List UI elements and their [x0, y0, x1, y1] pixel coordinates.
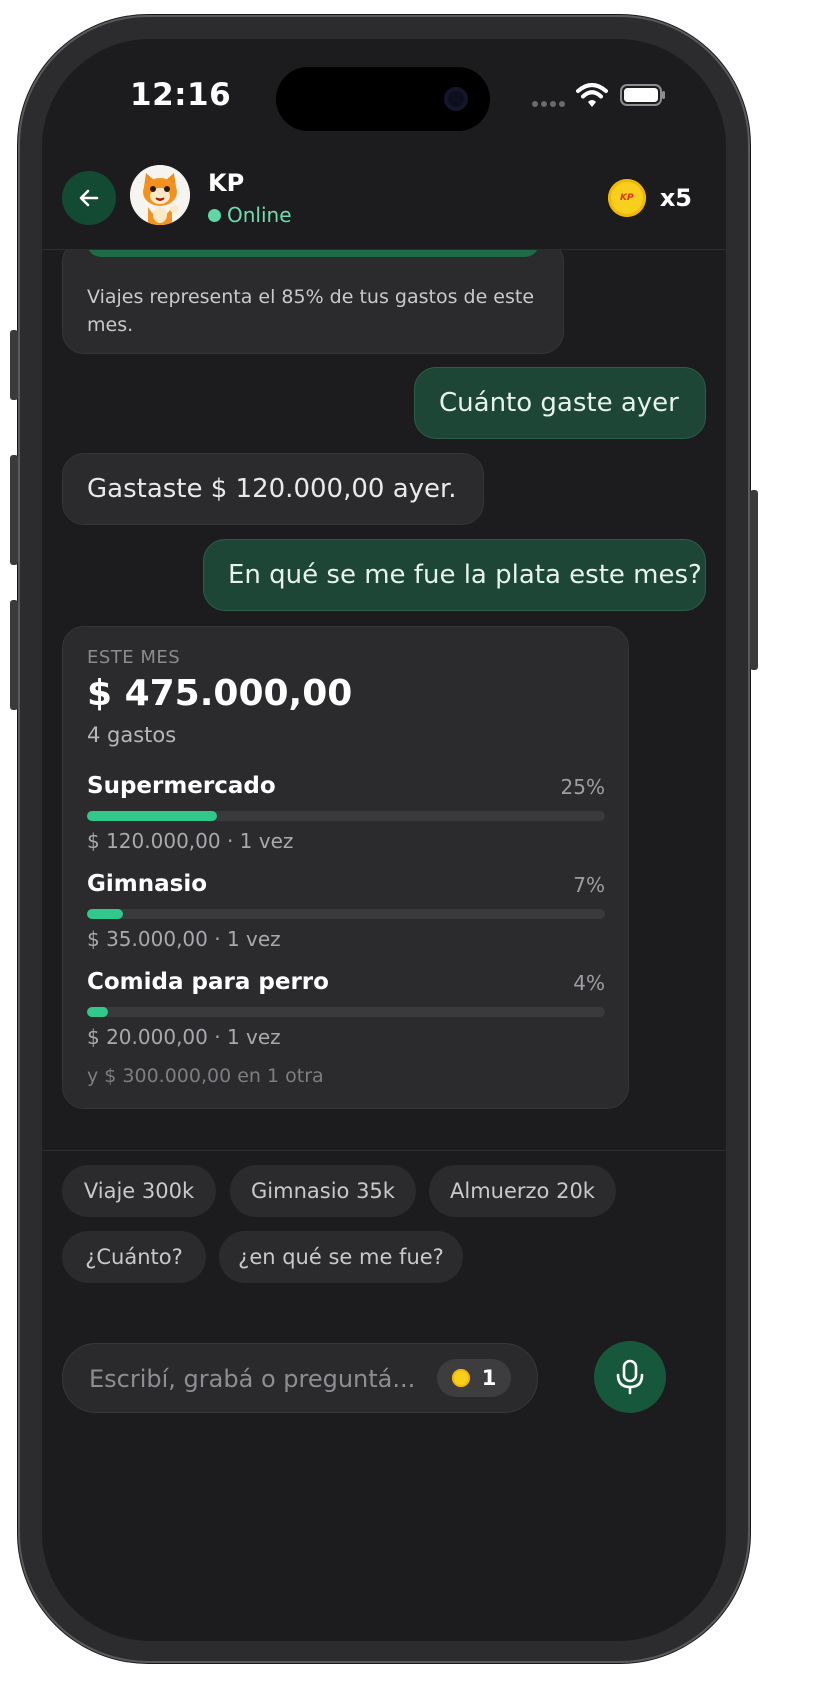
- volume-down-button: [10, 600, 18, 710]
- coin-balance[interactable]: KP x5: [607, 179, 692, 217]
- user-message-text: En qué se me fue la plata este mes?: [228, 560, 702, 590]
- suggestion-chips: Viaje 300k Gimnasio 35k Almuerzo 20k ¿Cu…: [42, 1150, 726, 1341]
- avatar[interactable]: [130, 165, 190, 225]
- category-bar-track: [87, 1007, 605, 1017]
- status-time: 12:16: [130, 77, 232, 113]
- category-row: Comida para perro 4% $ 20.000,00 · 1 vez: [87, 969, 605, 1059]
- chat-thread[interactable]: Viajes representa el 85% de tus gastos d…: [42, 250, 726, 1150]
- battery-icon: [620, 84, 665, 106]
- suggestion-chip-viaje[interactable]: Viaje 300k: [62, 1165, 216, 1217]
- category-percent: 25%: [560, 775, 605, 799]
- cellular-signal-icon: [532, 101, 566, 109]
- message-cost-badge: 1: [437, 1359, 511, 1397]
- summary-period-label: ESTE MES: [87, 647, 181, 668]
- suggestion-chip-cuanto[interactable]: ¿Cuánto?: [62, 1231, 206, 1283]
- category-name: Comida para perro: [87, 969, 329, 995]
- bot-message: Gastaste $ 120.000,00 ayer.: [62, 453, 484, 525]
- dynamic-island: [276, 67, 490, 131]
- category-detail: $ 120.000,00 · 1 vez: [87, 829, 294, 853]
- action-button: [10, 330, 18, 400]
- message-input[interactable]: [87, 1344, 421, 1414]
- front-camera-icon: [444, 87, 468, 111]
- power-button: [750, 490, 758, 670]
- cat-mascot-icon: [130, 165, 190, 225]
- bot-message-line: mes.: [87, 314, 134, 336]
- summary-more: y $ 300.000,00 en 1 otra: [87, 1065, 324, 1087]
- bot-message: Viajes representa el 85% de tus gastos d…: [62, 250, 564, 354]
- presence-status: Online: [208, 203, 292, 227]
- category-row: Gimnasio 7% $ 35.000,00 · 1 vez: [87, 871, 605, 961]
- bot-message-text: Viajes representa el 85% de tus gastos d…: [87, 283, 534, 339]
- category-detail: $ 20.000,00 · 1 vez: [87, 1025, 281, 1049]
- category-bar-track: [87, 909, 605, 919]
- summary-count: 4 gastos: [87, 723, 177, 747]
- arrow-left-icon: [79, 189, 99, 207]
- category-bar-fill: [87, 909, 124, 919]
- category-row: Supermercado 25% $ 120.000,00 · 1 vez: [87, 773, 605, 863]
- user-message: Cuánto gaste ayer: [414, 367, 706, 439]
- suggestion-chip-en-que[interactable]: ¿en qué se me fue?: [219, 1231, 463, 1283]
- message-composer: 1: [62, 1343, 538, 1414]
- online-dot-icon: [208, 208, 221, 222]
- category-percent: 7%: [573, 873, 605, 897]
- category-bar-fill: [87, 811, 217, 821]
- kp-coin-icon: KP: [607, 179, 646, 217]
- contact-name: KP: [208, 169, 245, 197]
- bot-message-text: Gastaste $ 120.000,00 ayer.: [87, 474, 457, 504]
- user-message-text: Cuánto gaste ayer: [439, 388, 679, 418]
- category-percent: 4%: [573, 971, 605, 995]
- bot-message-line: Viajes representa el 85% de tus gastos d…: [87, 286, 535, 308]
- message-highlight-bar: [87, 250, 539, 257]
- message-cost: 1: [481, 1366, 497, 1390]
- summary-total: $ 475.000,00: [87, 673, 353, 714]
- category-bar-fill: [87, 1007, 108, 1017]
- coin-logo-text: KP: [620, 193, 634, 203]
- category-detail: $ 35.000,00 · 1 vez: [87, 927, 281, 951]
- category-bar-track: [87, 811, 605, 821]
- wifi-icon: [576, 83, 608, 107]
- coin-count: x5: [659, 184, 692, 212]
- online-label: Online: [227, 203, 292, 227]
- microphone-button[interactable]: [594, 1341, 666, 1413]
- category-name: Gimnasio: [87, 871, 207, 897]
- suggestion-chip-almuerzo[interactable]: Almuerzo 20k: [429, 1165, 616, 1217]
- status-bar: 12:16: [42, 39, 726, 149]
- user-message: En qué se me fue la plata este mes?: [203, 539, 706, 611]
- microphone-icon: [616, 1359, 644, 1395]
- phone-screen: 12:16 KP Online KP x5 Viajes representa …: [42, 39, 726, 1641]
- coin-icon: [451, 1369, 470, 1387]
- category-name: Supermercado: [87, 773, 276, 799]
- suggestion-chip-gimnasio[interactable]: Gimnasio 35k: [230, 1165, 416, 1217]
- chat-header: KP Online KP x5: [42, 157, 726, 250]
- spending-summary-card: ESTE MES $ 475.000,00 4 gastos Supermerc…: [62, 626, 629, 1109]
- volume-up-button: [10, 455, 18, 565]
- back-button[interactable]: [62, 171, 116, 225]
